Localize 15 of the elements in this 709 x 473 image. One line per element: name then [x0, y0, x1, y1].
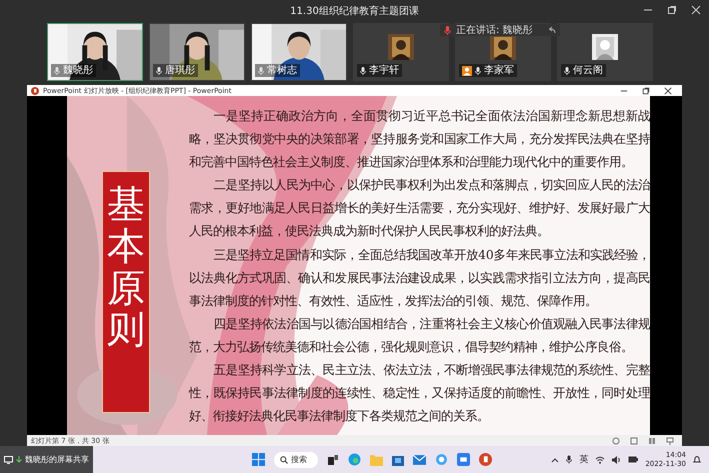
participant-name: 李宇轩: [369, 65, 399, 76]
participant-name: 何云阁: [573, 65, 603, 76]
screen-share-label: 魏晓彤的屏幕共享: [25, 454, 89, 465]
slide-paragraph: 一是坚持正确政治方向，全面贯彻习近平总书记全面依法治国新理念新思想新战略，坚决贯彻党中央的决策部署，坚持服务党和国家工作大局，充分发挥民法典在坚持和完善中国特色社会主义制度、推进国家治理体系和治理能力现代化中的重要作用。: [189, 108, 650, 172]
participant-name: 唐琪彤: [165, 65, 195, 76]
slide-heading: 基本原则: [102, 171, 150, 413]
slide-paragraph: 二是坚持以人民为中心，以保护民事权利为出发点和落脚点，切实回应人民的法治需求，更好地满足人民日益增长的美好生活需要，充分实现好、维护好、发展好最广大人民的根本利益，使民法典成为新时代保护人民民事权利的好法典。: [189, 177, 650, 240]
slide-paragraph: 四是坚持依法治国与以德治国相结合，注重将社会主义核心价值观融入民事法律规范，大力弘扬传统美德和社会公德，强化规则意识，倡导契约精神，维护公序良俗。: [189, 316, 650, 356]
participant-name: 常树志: [267, 65, 297, 76]
slide-paragraph: 五是坚持科学立法、民主立法、依法立法，不断增强民事法律规范的系统性、完整性，既保持民事法律制度的连续性、稳定性，又保持适度的前瞻性、开放性，同时处理好、衔接好法典化民事法律制度下各类规范之间的关系。: [189, 362, 650, 426]
window-title: 11.30组织纪律教育主题团课: [290, 4, 419, 18]
speaking-text: 正在讲话: 魏晓彤: [456, 24, 534, 36]
participant-name: 魏晓彤: [63, 65, 93, 76]
participant-name: 李家军: [484, 65, 514, 76]
slide-paragraph: 三是坚持立足国情和实际，全面总结我国改革开放40多年来民事立法和实践经验，以法典化方式巩固、确认和发展民事法治建设成果，以实践需求指引立法方向，提高民事法律制度的针对性、有效性、适应性，发挥法治的引领、规范、保障作用。: [189, 246, 650, 310]
